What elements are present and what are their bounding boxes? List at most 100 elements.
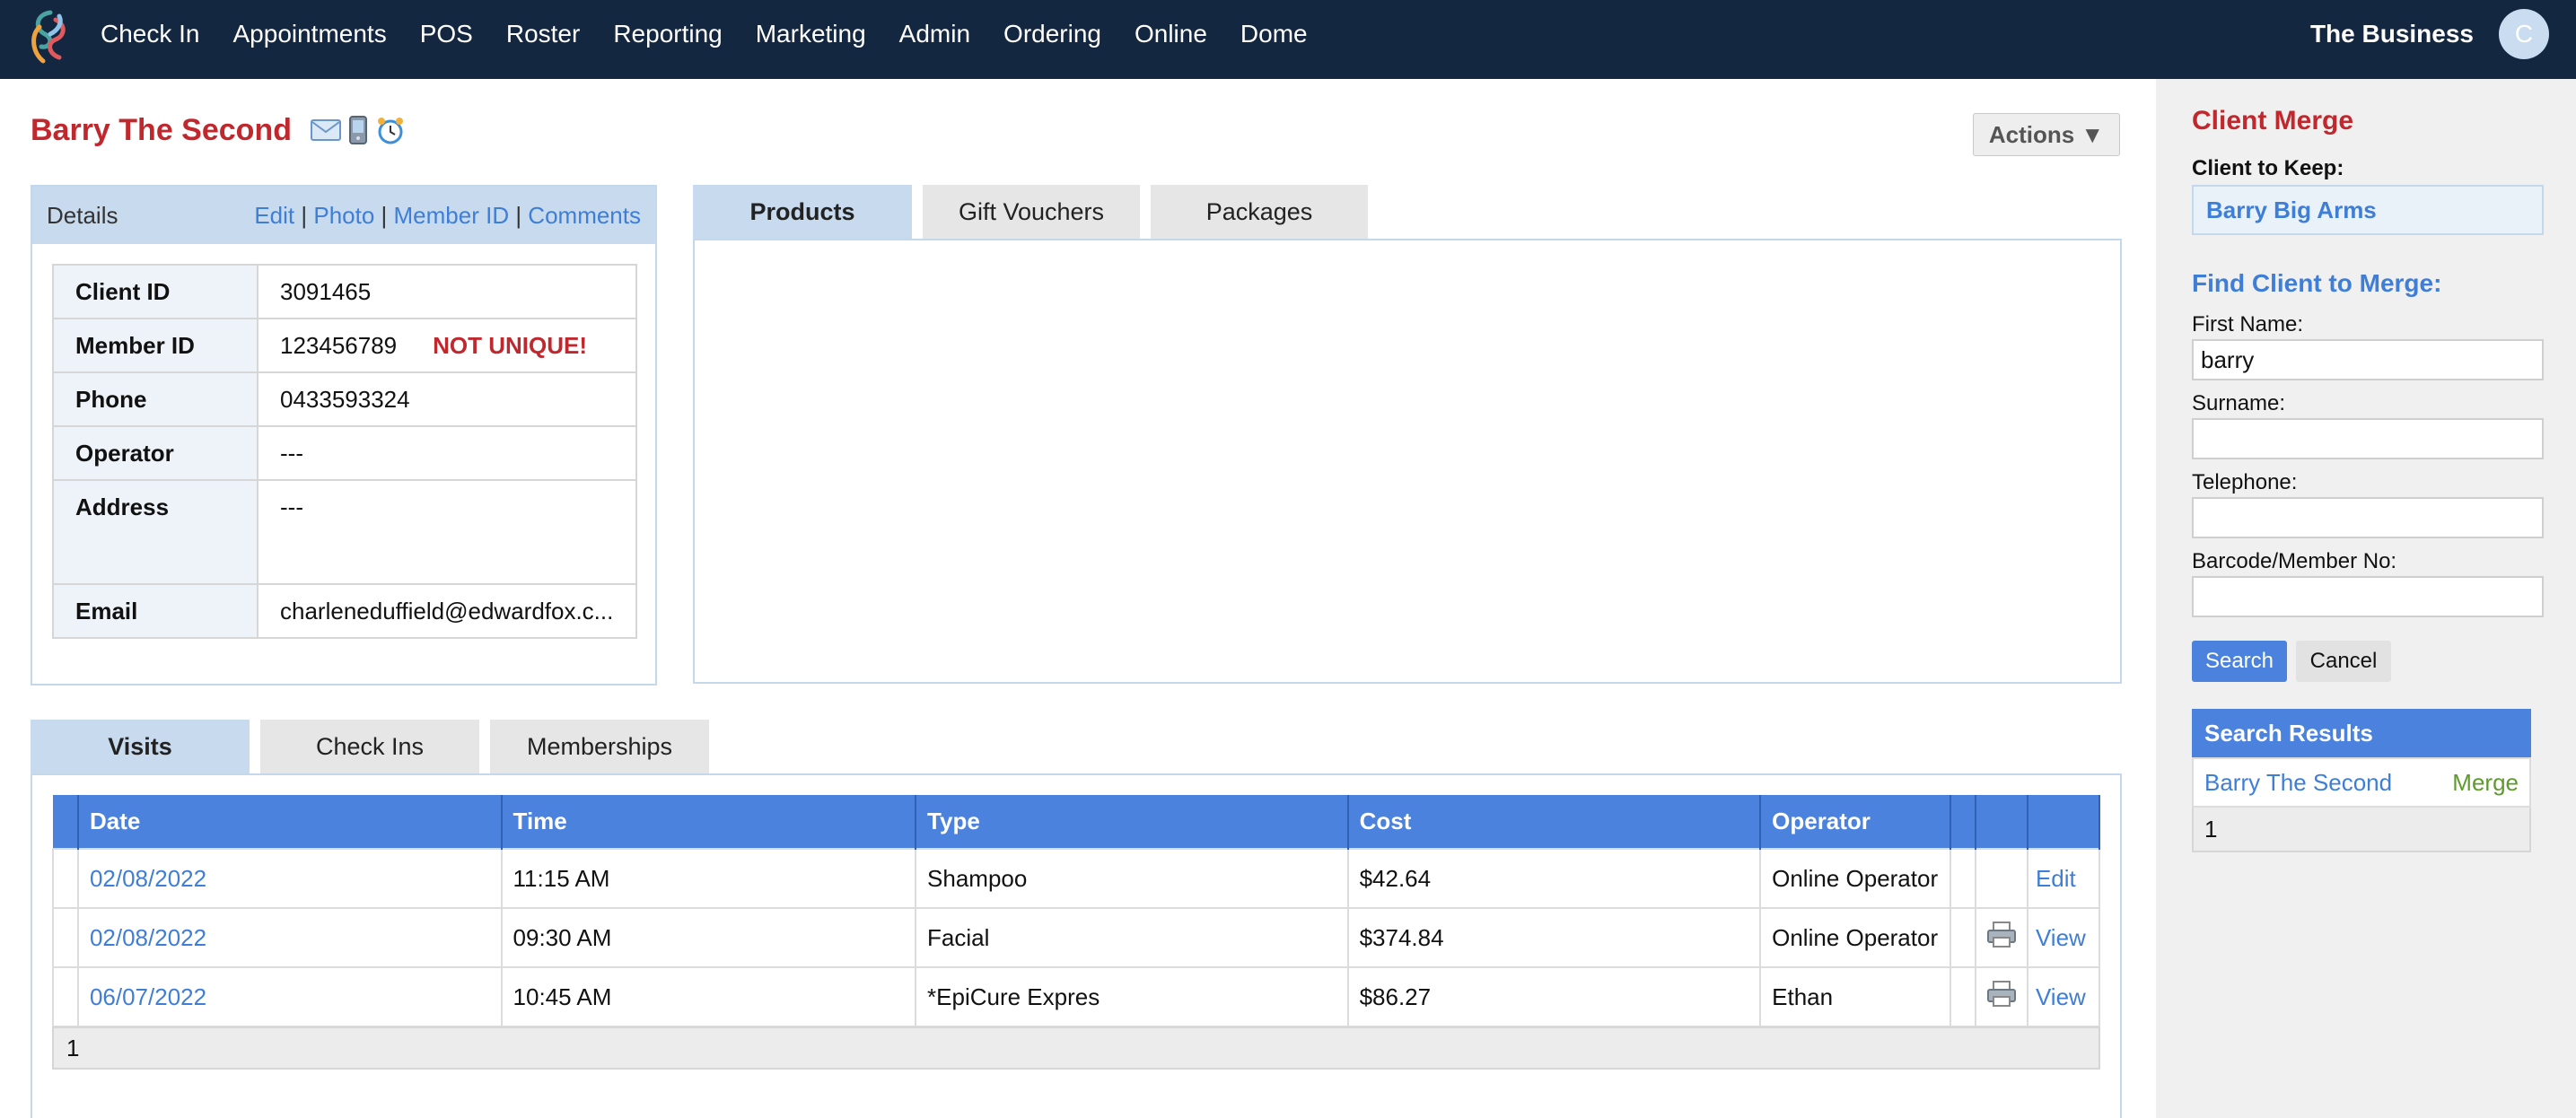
client-details-table: Client ID 3091465 Member ID 123456789 NOT…	[52, 264, 637, 639]
list-item: Barry The Second Merge	[2192, 757, 2531, 808]
first-name-input[interactable]	[2192, 339, 2544, 380]
barcode-input[interactable]	[2192, 576, 2544, 617]
member-id-value: 123456789	[280, 331, 398, 359]
header-print	[1975, 795, 2028, 849]
header-date[interactable]: Date	[77, 795, 503, 849]
nav-appointments[interactable]: Appointments	[233, 20, 387, 48]
search-results: Search Results Barry The Second Merge 1	[2192, 709, 2531, 852]
detail-row-client-id: Client ID 3091465	[52, 264, 637, 319]
visit-date-link[interactable]: 02/08/2022	[76, 848, 503, 909]
detail-row-email: Email charleneduffield@edwardfox.c...	[52, 583, 637, 639]
visit-type: Facial	[915, 907, 1349, 968]
tab-gift-vouchers[interactable]: Gift Vouchers	[923, 185, 1140, 239]
printer-icon[interactable]	[1986, 921, 2017, 948]
print-cell	[1974, 907, 2028, 968]
cancel-button[interactable]: Cancel	[2296, 641, 2391, 682]
app-logo-icon[interactable]	[23, 7, 74, 68]
table-row: 02/08/2022 11:15 AM Shampoo $42.64 Onlin…	[52, 848, 2101, 909]
nav-roster[interactable]: Roster	[506, 20, 580, 48]
result-client-link[interactable]: Barry The Second	[2204, 769, 2392, 797]
detail-row-phone: Phone 0433593324	[52, 371, 637, 427]
products-panel	[693, 239, 2122, 684]
visit-operator: Online Operator	[1759, 907, 1952, 968]
nav-admin[interactable]: Admin	[899, 20, 970, 48]
alarm-clock-icon[interactable]	[375, 115, 406, 145]
visit-date-link[interactable]: 02/08/2022	[76, 907, 503, 968]
detail-row-address: Address ---	[52, 479, 637, 585]
detail-row-member-id: Member ID 123456789 NOT UNIQUE!	[52, 318, 637, 373]
telephone-input[interactable]	[2192, 497, 2544, 538]
nav-pos[interactable]: POS	[420, 20, 473, 48]
details-panel: Details Edit | Photo | Member ID | Comme…	[31, 185, 657, 686]
visits-panel: Date Time Type Cost Operator 02/08/2022 …	[31, 773, 2122, 1118]
print-cell-empty	[1974, 848, 2028, 909]
tab-visits[interactable]: Visits	[31, 720, 250, 773]
nav-reporting[interactable]: Reporting	[613, 20, 722, 48]
edit-visit-link[interactable]: Edit	[2026, 848, 2101, 909]
detail-label: Address	[52, 479, 258, 585]
address-value: ---	[257, 479, 637, 585]
business-name[interactable]: The Business	[2310, 0, 2474, 68]
tab-check-ins[interactable]: Check Ins	[260, 720, 479, 773]
comments-link[interactable]: Comments	[528, 202, 641, 229]
detail-label: Operator	[52, 425, 258, 481]
tab-memberships[interactable]: Memberships	[490, 720, 709, 773]
tab-products[interactable]: Products	[693, 185, 912, 239]
table-row: 06/07/2022 10:45 AM *EpiCure Expres $86.…	[52, 966, 2101, 1027]
details-header: Details Edit | Photo | Member ID | Comme…	[32, 187, 655, 244]
row-spacer	[1950, 848, 1976, 909]
surname-input[interactable]	[2192, 418, 2544, 459]
row-spacer	[52, 966, 79, 1027]
nav-check-in[interactable]: Check In	[101, 20, 200, 48]
header-type[interactable]: Type	[916, 795, 1349, 849]
client-id-value: 3091465	[257, 264, 637, 319]
details-title: Details	[47, 201, 118, 229]
printer-icon[interactable]	[1986, 980, 2017, 1008]
visit-date-link[interactable]: 06/07/2022	[76, 966, 503, 1027]
first-name-label: First Name:	[2192, 312, 2304, 336]
page-number[interactable]: 1	[2204, 816, 2217, 843]
page-number[interactable]: 1	[66, 1035, 79, 1062]
user-avatar[interactable]: C	[2499, 9, 2549, 59]
client-to-keep-label: Client to Keep:	[2192, 156, 2344, 180]
find-client-title: Find Client to Merge:	[2192, 269, 2442, 297]
search-button[interactable]: Search	[2192, 641, 2287, 682]
merge-link[interactable]: Merge	[2452, 769, 2519, 797]
telephone-label: Telephone:	[2192, 470, 2298, 494]
search-results-title: Search Results	[2192, 709, 2531, 757]
header-cost[interactable]: Cost	[1347, 795, 1762, 849]
nav-marketing[interactable]: Marketing	[756, 20, 866, 48]
header-spacer	[53, 795, 79, 849]
client-name-title: Barry The Second	[31, 113, 292, 147]
nav-online[interactable]: Online	[1135, 20, 1207, 48]
email-icon[interactable]	[311, 118, 341, 142]
tab-packages[interactable]: Packages	[1151, 185, 1368, 239]
row-spacer	[1950, 966, 1976, 1027]
visit-type: Shampoo	[915, 848, 1349, 909]
table-row: 02/08/2022 09:30 AM Facial $374.84 Onlin…	[52, 907, 2101, 968]
client-contact-icons	[311, 115, 406, 145]
nav-dome[interactable]: Dome	[1240, 20, 1308, 48]
edit-link[interactable]: Edit	[254, 202, 294, 229]
photo-link[interactable]: Photo	[313, 202, 374, 229]
visit-cost: $374.84	[1346, 907, 1762, 968]
print-cell	[1974, 966, 2028, 1027]
row-spacer	[52, 907, 79, 968]
actions-dropdown-button[interactable]: Actions ▼	[1973, 113, 2120, 156]
member-id-link[interactable]: Member ID	[394, 202, 510, 229]
view-visit-link[interactable]: View	[2026, 907, 2101, 968]
nav-ordering[interactable]: Ordering	[1003, 20, 1101, 48]
header-spacer	[1950, 795, 1976, 849]
products-tabs: Products Gift Vouchers Packages	[693, 185, 1368, 239]
client-merge-title: Client Merge	[2192, 106, 2354, 135]
mobile-phone-icon[interactable]	[348, 116, 368, 144]
client-to-keep-value[interactable]: Barry Big Arms	[2192, 185, 2544, 235]
header-operator[interactable]: Operator	[1760, 795, 1952, 849]
view-visit-link[interactable]: View	[2026, 966, 2101, 1027]
visit-time: 11:15 AM	[500, 848, 917, 909]
email-value: charleneduffield@edwardfox.c...	[257, 583, 637, 639]
visit-operator: Online Operator	[1759, 848, 1952, 909]
row-spacer	[1950, 907, 1976, 968]
visit-time: 10:45 AM	[500, 966, 917, 1027]
header-time[interactable]: Time	[501, 795, 917, 849]
